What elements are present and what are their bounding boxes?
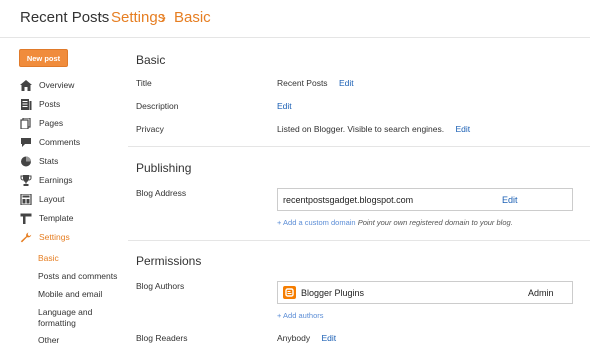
add-custom-domain-link[interactable]: + Add a custom domain [277, 218, 356, 227]
blog-address-box: recentpostsgadget.blogspot.com Edit [277, 188, 573, 211]
pages-icon [20, 117, 31, 129]
sidebar-item-label: Overview [39, 80, 75, 90]
custom-domain-hint: Point your own registered domain to your… [357, 218, 513, 227]
sidebar-subitem-basic[interactable]: Basic [38, 253, 59, 264]
sidebar-item-comments[interactable]: Comments [20, 134, 80, 150]
sidebar-item-label: Comments [39, 137, 81, 147]
sidebar-subitem-language-and-formatting[interactable]: Language and formatting [38, 307, 108, 329]
blog-readers-label: Blog Readers [136, 333, 188, 343]
section-divider [128, 240, 590, 241]
author-row: Blogger Plugins Admin [277, 281, 573, 304]
breadcrumb-settings[interactable]: Settings [111, 9, 165, 26]
sidebar-item-template[interactable]: Template [20, 210, 74, 226]
home-icon [20, 79, 32, 91]
page-header: Recent Posts · Settings › Basic [0, 0, 590, 38]
blog-readers-value: Anybody [277, 333, 311, 343]
sidebar-item-label: Earnings [39, 175, 73, 185]
sidebar-item-pages[interactable]: Pages [20, 115, 63, 131]
blog-address-value: recentpostsgadget.blogspot.com [283, 195, 414, 205]
custom-domain-row: + Add a custom domain Point your own reg… [277, 218, 513, 227]
sidebar-item-stats[interactable]: Stats [20, 153, 58, 169]
sidebar-item-label: Pages [39, 118, 64, 128]
blogger-icon [283, 286, 296, 299]
blog-authors-label: Blog Authors [136, 281, 185, 291]
sidebar-subitem-mobile-and-email[interactable]: Mobile and email [38, 289, 102, 300]
section-title-permissions: Permissions [136, 254, 202, 268]
blog-readers-row: Anybody Edit [277, 333, 336, 343]
sidebar-subitem-other[interactable]: Other [38, 335, 59, 346]
layout-icon [20, 193, 32, 205]
breadcrumb-separator: › [161, 9, 166, 26]
author-name: Blogger Plugins [301, 288, 365, 298]
section-title-basic: Basic [136, 53, 166, 67]
title-edit-link[interactable]: Edit [339, 78, 354, 88]
wrench-icon [20, 232, 32, 242]
title-label: Title [136, 78, 152, 88]
template-icon [20, 213, 32, 224]
description-edit-link[interactable]: Edit [277, 101, 292, 111]
privacy-value: Listed on Blogger. Visible to search eng… [277, 124, 445, 134]
blog-title[interactable]: Recent Posts [20, 9, 109, 26]
sidebar-item-label: Layout [39, 194, 65, 204]
sidebar-item-label: Stats [39, 156, 59, 166]
section-divider [128, 146, 590, 147]
new-post-button[interactable]: New post [19, 49, 68, 67]
sidebar-item-label: Posts [39, 99, 61, 109]
settings-main: Basic Title Recent Posts Edit Descriptio… [120, 38, 590, 353]
sidebar-item-earnings[interactable]: Earnings [20, 172, 73, 188]
privacy-row: Listed on Blogger. Visible to search eng… [277, 124, 470, 134]
trophy-icon [20, 174, 32, 186]
breadcrumb-dot: · [99, 8, 103, 22]
sidebar-item-overview[interactable]: Overview [20, 77, 74, 93]
author-role[interactable]: Admin [528, 288, 554, 298]
blog-readers-edit-link[interactable]: Edit [321, 333, 336, 343]
blog-address-edit-link[interactable]: Edit [502, 195, 518, 205]
blog-address-label: Blog Address [136, 188, 187, 198]
sidebar-subitem-posts-and-comments[interactable]: Posts and comments [38, 271, 117, 282]
description-row: Edit [277, 101, 292, 111]
comments-icon [21, 137, 31, 147]
sidebar: New post Overview Posts Pages Comments S… [0, 38, 120, 353]
posts-icon [21, 98, 32, 110]
breadcrumb-basic: Basic [174, 9, 211, 26]
sidebar-item-layout[interactable]: Layout [20, 191, 65, 207]
description-label: Description [136, 101, 179, 111]
title-value: Recent Posts [277, 78, 328, 88]
sidebar-item-posts[interactable]: Posts [20, 96, 60, 112]
sidebar-item-label: Settings [39, 232, 70, 242]
sidebar-item-settings[interactable]: Settings [20, 229, 70, 245]
add-authors-row: + Add authors [277, 311, 324, 320]
add-authors-link[interactable]: + Add authors [277, 311, 324, 320]
sidebar-item-label: Template [39, 213, 74, 223]
section-title-publishing: Publishing [136, 161, 192, 175]
privacy-edit-link[interactable]: Edit [456, 124, 471, 134]
title-row: Recent Posts Edit [277, 78, 354, 88]
privacy-label: Privacy [136, 124, 164, 134]
stats-icon [21, 156, 31, 166]
